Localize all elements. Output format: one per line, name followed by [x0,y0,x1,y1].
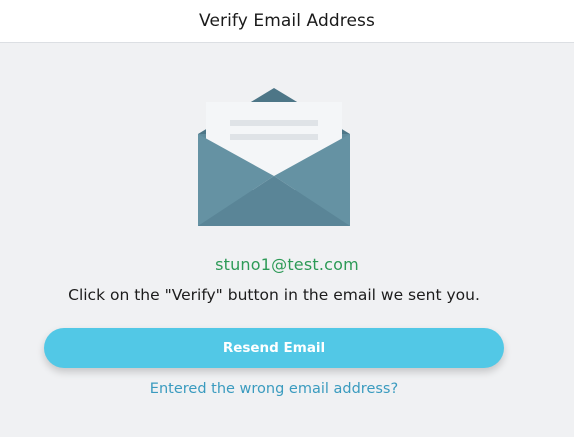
wrong-email-link[interactable]: Entered the wrong email address? [0,381,548,397]
page-header: Verify Email Address [0,0,574,43]
open-envelope-icon [198,88,350,226]
resend-email-button[interactable]: Resend Email [44,328,504,368]
verify-instruction: Click on the "Verify" button in the emai… [68,286,480,304]
user-email: stuno1@test.com [215,255,359,274]
page-title: Verify Email Address [199,11,375,31]
